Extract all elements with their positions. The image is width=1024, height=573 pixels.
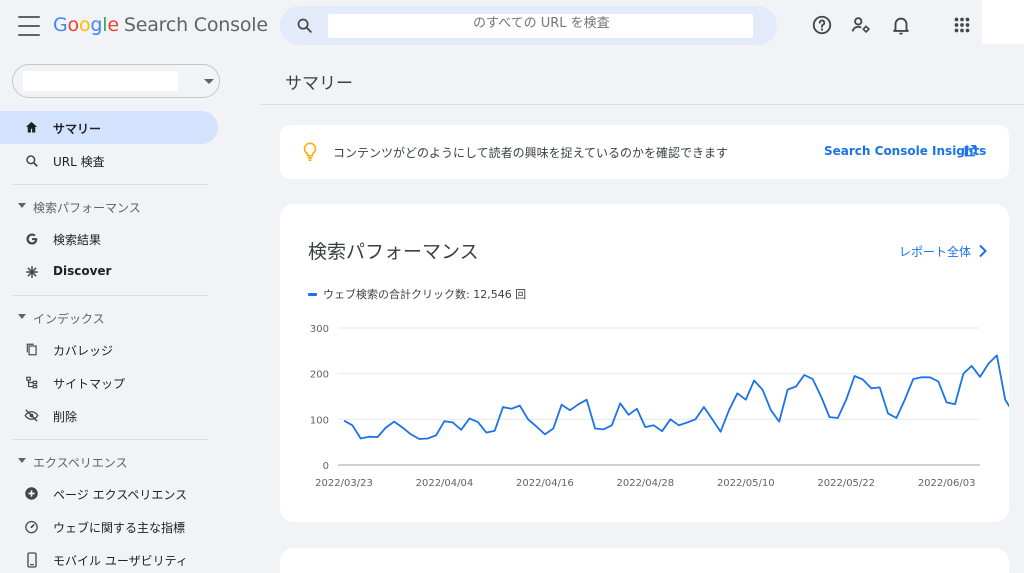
- sidebar-item-label: モバイル ユーザビリティ: [53, 554, 188, 568]
- section-label: 検索パフォーマンス: [33, 201, 141, 215]
- sidebar-item-label: 削除: [53, 410, 78, 424]
- logo-letter: g: [90, 14, 103, 36]
- open-in-new-icon[interactable]: [963, 144, 977, 158]
- account-area[interactable]: [982, 0, 1024, 44]
- full-report-link[interactable]: レポート全体: [899, 243, 971, 260]
- sidebar-item-label: 検索結果: [53, 233, 102, 247]
- chart-legend: ウェブ検索の合計クリック数: 12,546 回: [308, 286, 526, 302]
- sitemap-icon: [23, 374, 40, 391]
- sidebar-divider: [12, 184, 208, 185]
- clicks-line-chart: 0 100 200 300 2022/03/23 2022/04/04 2022/04/16…: [310, 324, 1009, 489]
- x-tick-label: 2022/04/16: [516, 478, 574, 489]
- redacted-property-name: [23, 71, 178, 91]
- next-card: [280, 548, 1009, 573]
- home-icon: [23, 119, 40, 136]
- sidebar-item-core-web-vitals[interactable]: ウェブに関する主な指標: [0, 510, 218, 543]
- google-g-icon: [23, 230, 40, 247]
- sidebar-item-page-experience[interactable]: ページ エクスペリエンス: [0, 477, 218, 510]
- page-title: サマリー: [285, 74, 353, 94]
- title-divider: [260, 104, 1024, 105]
- section-label: インデックス: [33, 312, 105, 326]
- search-icon: [297, 18, 312, 33]
- sidebar-item-search-results[interactable]: 検索結果: [0, 222, 218, 255]
- section-search-performance[interactable]: 検索パフォーマンス: [0, 194, 218, 218]
- legend-label: ウェブ検索の合計クリック数: 12,546 回: [323, 288, 527, 301]
- visibility-off-icon: [23, 407, 40, 424]
- y-tick-label: 200: [310, 370, 329, 381]
- x-tick-label: 2022/03/23: [315, 478, 373, 489]
- y-tick-label: 300: [310, 324, 329, 335]
- sidebar: サマリー URL 検査 検索パフォーマンス 検索結果 Discover インデッ…: [0, 52, 230, 573]
- sidebar-item-summary[interactable]: サマリー: [0, 111, 218, 144]
- sidebar-item-mobile-usability[interactable]: モバイル ユーザビリティ: [0, 543, 218, 573]
- apps-grid-icon[interactable]: [951, 14, 973, 36]
- help-icon[interactable]: [811, 14, 833, 36]
- lightbulb-icon: [303, 142, 317, 161]
- logo-letter: o: [78, 14, 91, 36]
- speedometer-icon: [23, 518, 40, 535]
- chevron-down-icon: [204, 79, 214, 84]
- logo-letter: G: [53, 14, 68, 36]
- y-tick-label: 0: [323, 461, 329, 472]
- x-tick-label: 2022/05/10: [717, 478, 775, 489]
- x-tick-label: 2022/05/22: [817, 478, 875, 489]
- search-console-insights-link[interactable]: Search Console Insights: [824, 144, 986, 158]
- caret-down-icon: [18, 458, 26, 463]
- smartphone-icon: [23, 551, 40, 568]
- sidebar-item-label: ページ エクスペリエンス: [53, 488, 188, 502]
- top-bar: Google Search Console: [0, 0, 1024, 52]
- sidebar-item-sitemaps[interactable]: サイトマップ: [0, 366, 218, 399]
- menu-icon[interactable]: [18, 16, 40, 36]
- sidebar-item-label: URL 検査: [53, 155, 105, 169]
- app-logo[interactable]: Google Search Console: [53, 14, 268, 36]
- search-icon: [23, 152, 40, 169]
- logo-letter: e: [107, 14, 119, 36]
- sidebar-item-discover[interactable]: Discover: [0, 255, 218, 288]
- search-input[interactable]: [473, 16, 753, 31]
- section-experience[interactable]: エクスペリエンス: [0, 449, 218, 473]
- caret-down-icon: [18, 203, 26, 208]
- insights-text: コンテンツがどのようにして読者の興味を捉えているのかを確認できます: [333, 146, 729, 160]
- property-selector[interactable]: [12, 64, 220, 98]
- url-inspect-search[interactable]: [280, 6, 777, 45]
- sidebar-item-label: サイトマップ: [53, 377, 126, 391]
- y-tick-label: 100: [310, 415, 329, 426]
- copy-pages-icon: [23, 341, 40, 358]
- sidebar-item-url-inspection[interactable]: URL 検査: [0, 144, 218, 177]
- notifications-icon[interactable]: [890, 14, 912, 36]
- asterisk-icon: [23, 263, 40, 280]
- x-tick-label: 2022/06/03: [918, 478, 976, 489]
- sidebar-divider: [12, 439, 208, 440]
- performance-title: 検索パフォーマンス: [308, 241, 479, 263]
- manage-users-icon[interactable]: [850, 14, 872, 36]
- sidebar-item-label: ウェブに関する主な指標: [53, 521, 186, 535]
- section-index[interactable]: インデックス: [0, 305, 218, 329]
- logo-text: Search Console: [123, 14, 268, 36]
- sidebar-item-removals[interactable]: 削除: [0, 399, 218, 432]
- section-label: エクスペリエンス: [33, 456, 128, 470]
- plus-circle-icon: [23, 485, 40, 502]
- sidebar-item-label: サマリー: [53, 122, 102, 136]
- sidebar-item-label: Discover: [53, 264, 112, 278]
- performance-card: 検索パフォーマンス レポート全体 ウェブ検索の合計クリック数: 12,546 回…: [280, 204, 1009, 522]
- chevron-right-icon[interactable]: [978, 244, 988, 258]
- sidebar-item-label: カバレッジ: [53, 344, 114, 358]
- x-tick-label: 2022/04/28: [616, 478, 674, 489]
- series-line: [343, 354, 1009, 440]
- logo-letter: o: [67, 14, 80, 36]
- legend-swatch: [308, 292, 317, 296]
- sidebar-divider: [12, 295, 208, 296]
- x-tick-label: 2022/04/04: [416, 478, 474, 489]
- sidebar-item-coverage[interactable]: カバレッジ: [0, 333, 218, 366]
- insights-card: コンテンツがどのようにして読者の興味を捉えているのかを確認できます Search…: [280, 125, 1009, 179]
- caret-down-icon: [18, 314, 26, 319]
